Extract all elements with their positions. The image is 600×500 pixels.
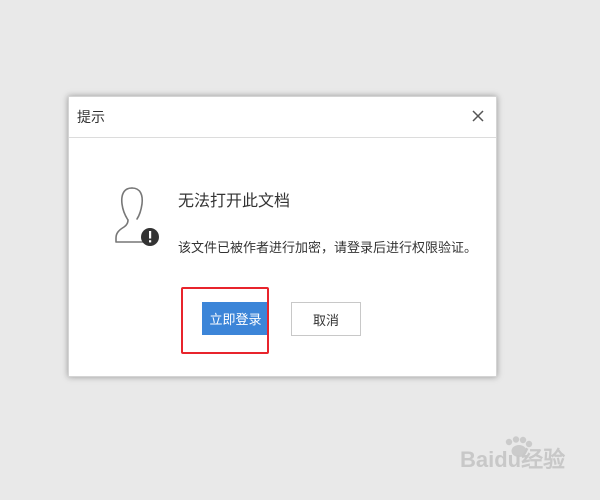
dialog-headline: 无法打开此文档	[178, 191, 291, 210]
baidu-jingyan-watermark: Baidu经验	[460, 436, 565, 472]
cancel-button[interactable]: 取消	[291, 302, 361, 336]
locked-user-icon	[115, 187, 159, 246]
login-now-button[interactable]: 立即登录	[202, 302, 269, 335]
watermark-text: Baidu经验	[460, 447, 565, 472]
close-button[interactable]	[470, 108, 486, 124]
dialog-message: 该文件已被作者进行加密，请登录后进行权限验证。	[178, 241, 478, 256]
dialog-titlebar: 提示	[69, 97, 496, 138]
close-icon	[472, 110, 484, 122]
dialog-title: 提示	[77, 110, 105, 126]
login-required-dialog: 提示 无法打开此文档 该文件已被作者进行加密，请登录后进行权限验证。 立即登录 …	[68, 96, 497, 377]
